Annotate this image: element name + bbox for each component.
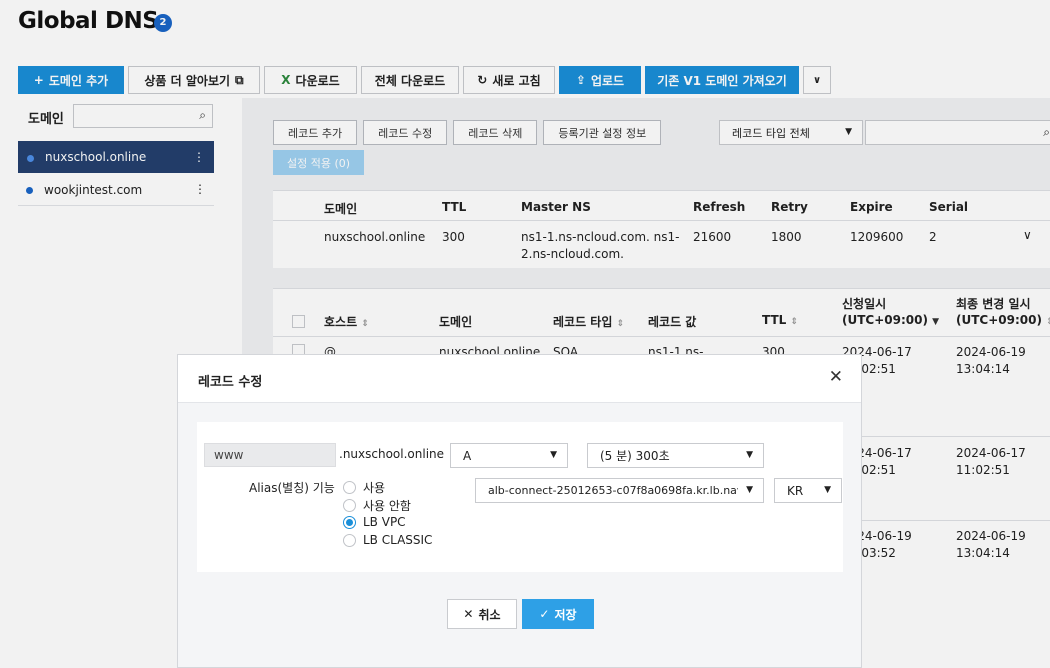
modal-header: 레코드 수정 ✕ [178, 355, 861, 403]
ttl-select[interactable]: (5 분) 300초 ▼ [587, 443, 764, 468]
check-icon: ✓ [539, 607, 550, 621]
caret-down-icon: ▼ [550, 450, 557, 460]
radio-alias-lb-vpc[interactable]: LB VPC [343, 515, 406, 529]
region-value: KR [787, 483, 804, 498]
radio-alias-none[interactable]: 사용 안함 [343, 497, 411, 514]
caret-down-icon: ▼ [746, 485, 753, 495]
caret-down-icon: ▼ [746, 450, 753, 460]
radio-label: LB CLASSIC [363, 533, 433, 547]
radio-circle [343, 481, 356, 494]
lb-select[interactable]: alb-connect-25012653-c07f8a0698fa.kr.lb.… [475, 478, 764, 503]
radio-alias-lb-classic[interactable]: LB CLASSIC [343, 533, 432, 547]
ttl-value: (5 분) 300초 [600, 449, 670, 463]
record-type-value: A [463, 448, 472, 463]
domain-suffix: .nuxschool.online [339, 447, 445, 461]
host-input[interactable]: www [204, 443, 336, 467]
close-icon: ✕ [463, 607, 474, 621]
modal-form: www .nuxschool.online A ▼ (5 분) 300초 ▼ A… [197, 422, 843, 572]
close-icon[interactable]: ✕ [829, 367, 843, 387]
radio-label: 사용 [363, 481, 386, 495]
radio-circle [343, 499, 356, 512]
save-button[interactable]: ✓ 저장 [522, 599, 594, 629]
record-type-select[interactable]: A ▼ [450, 443, 568, 468]
cancel-label: 취소 [478, 607, 501, 622]
radio-alias-use[interactable]: 사용 [343, 479, 385, 496]
modal-title: 레코드 수정 [198, 375, 263, 390]
radio-label: 사용 안함 [363, 499, 411, 513]
save-label: 저장 [554, 607, 577, 622]
region-select[interactable]: KR ▼ [774, 478, 842, 503]
radio-label: LB VPC [363, 515, 406, 529]
lb-value: alb-connect-25012653-c07f8a0698fa.kr.lb.… [488, 484, 738, 497]
cancel-button[interactable]: ✕ 취소 [447, 599, 517, 629]
radio-circle-selected [343, 515, 356, 529]
edit-record-modal: 레코드 수정 ✕ www .nuxschool.online A ▼ (5 분)… [177, 354, 862, 668]
caret-down-icon: ▼ [824, 485, 831, 495]
radio-circle [343, 533, 356, 547]
alias-label: Alias(별칭) 기능 [249, 481, 335, 495]
page: Global DNS 2 + 도메인 추가 상품 더 알아보기 ⧉ X 다운로드… [0, 0, 1050, 668]
